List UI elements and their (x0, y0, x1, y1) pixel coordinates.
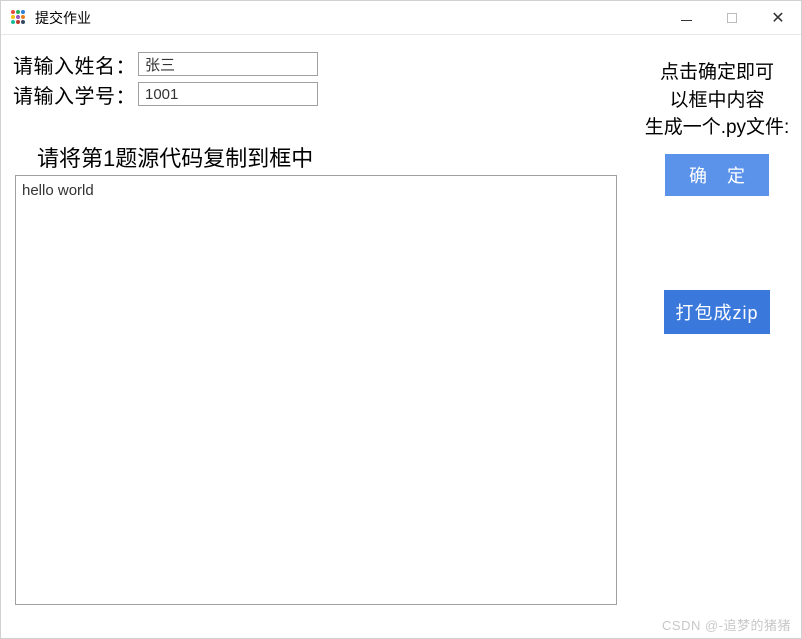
app-window: 提交作业 ✕ 请输入姓名： 请输入学号： 请将第1题源代码复制到框中 点击确定即… (0, 0, 802, 639)
maximize-button (709, 1, 755, 34)
id-row: 请输入学号： (13, 81, 318, 107)
name-row: 请输入姓名： (13, 51, 318, 77)
hint-line-3: 生成一个.py文件: (635, 114, 799, 142)
id-input[interactable] (138, 82, 318, 106)
name-input[interactable] (138, 52, 318, 76)
hint-line-1: 点击确定即可 (635, 59, 799, 87)
code-input[interactable] (15, 175, 617, 605)
name-label: 请输入姓名： (13, 50, 136, 79)
app-icon (11, 10, 27, 26)
instruction-text: 请将第1题源代码复制到框中 (37, 141, 313, 173)
titlebar: 提交作业 ✕ (1, 1, 801, 35)
close-button[interactable]: ✕ (755, 1, 801, 34)
id-label: 请输入学号： (13, 80, 136, 109)
hint-text: 点击确定即可 以框中内容 生成一个.py文件: (633, 59, 801, 142)
window-controls: ✕ (663, 1, 801, 34)
content-area: 请输入姓名： 请输入学号： 请将第1题源代码复制到框中 点击确定即可 以框中内容… (1, 35, 801, 638)
watermark-text: CSDN @-追梦的猪猪 (662, 615, 791, 634)
hint-line-2: 以框中内容 (635, 87, 799, 115)
zip-button[interactable]: 打包成zip (664, 290, 770, 334)
window-title: 提交作业 (35, 8, 663, 28)
side-panel: 点击确定即可 以框中内容 生成一个.py文件: 确定 打包成zip (633, 59, 801, 334)
confirm-button[interactable]: 确定 (665, 154, 769, 196)
minimize-button[interactable] (663, 1, 709, 34)
